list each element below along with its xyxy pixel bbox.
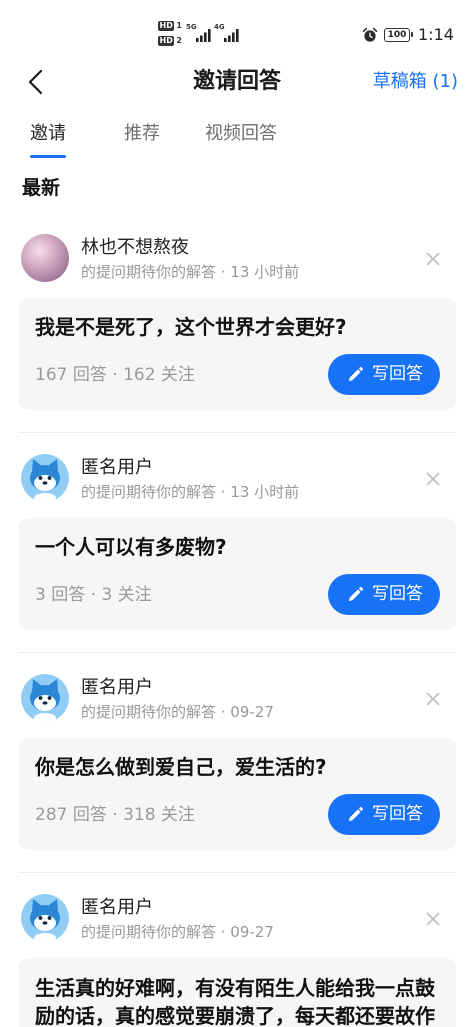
active-tab-indicator <box>30 155 66 158</box>
alarm-icon <box>362 27 378 42</box>
asker-name[interactable]: 匿名用户 <box>81 897 153 919</box>
drafts-button[interactable]: 草稿箱 (1) <box>373 71 458 93</box>
sim2-indicator: HD 2 <box>158 36 182 46</box>
divider <box>18 432 456 433</box>
dismiss-button[interactable] <box>425 251 441 267</box>
anonymous-avatar-icon <box>21 674 69 722</box>
question-title[interactable]: 生活真的好难啊，有没有陌生人能给我一点鼓励的话，真的感觉要崩溃了，每天都还要故作 <box>35 974 439 1027</box>
anonymous-avatar-icon <box>21 894 69 942</box>
clock-time: 1:14 <box>418 25 454 44</box>
user-photo-avatar[interactable] <box>21 234 69 282</box>
close-icon <box>426 912 440 926</box>
invite-meta: 的提问期待你的解答 · 13 小时前 <box>81 263 300 281</box>
tab-invite[interactable]: 邀请 <box>30 123 66 145</box>
battery-icon: 100 <box>384 28 410 42</box>
hd-badge: HD <box>158 21 175 31</box>
close-icon <box>426 472 440 486</box>
invite-meta: 的提问期待你的解答 · 13 小时前 <box>81 483 300 501</box>
dismiss-button[interactable] <box>425 691 441 707</box>
write-answer-button[interactable]: 写回答 <box>328 354 440 395</box>
question-box[interactable]: 我是不是死了，这个世界才会更好? 167 回答 · 162 关注 写回答 <box>18 298 456 410</box>
invite-answer-screen: HD 1 HD 2 5G 4G 100 1:14 邀请回答 草稿箱 (1) 邀请 推… <box>0 0 474 1027</box>
sim-slot-number: 2 <box>176 36 182 45</box>
question-stats: 287 回答 · 318 关注 <box>35 805 195 825</box>
question-box[interactable]: 生活真的好难啊，有没有陌生人能给我一点鼓励的话，真的感觉要崩溃了，每天都还要故作 <box>18 958 456 1027</box>
question-stats: 167 回答 · 162 关注 <box>35 365 195 385</box>
question-title[interactable]: 我是不是死了，这个世界才会更好? <box>35 314 439 340</box>
anonymous-avatar[interactable] <box>21 454 69 502</box>
hd-badge: HD <box>158 36 175 46</box>
dismiss-button[interactable] <box>425 471 441 487</box>
section-title: 最新 <box>22 177 61 199</box>
invite-card: 林也不想熬夜 的提问期待你的解答 · 13 小时前 我是不是死了，这个世界才会更… <box>0 214 474 434</box>
invite-card: 匿名用户 的提问期待你的解答 · 09-27 生活真的好难啊，有没有陌生人能给我… <box>0 874 474 1027</box>
dismiss-button[interactable] <box>425 911 441 927</box>
question-title[interactable]: 你是怎么做到爱自己，爱生活的? <box>35 754 439 780</box>
invite-meta: 的提问期待你的解答 · 09-27 <box>81 923 274 941</box>
anonymous-avatar[interactable] <box>21 894 69 942</box>
asker-name[interactable]: 林也不想熬夜 <box>81 237 189 259</box>
question-box[interactable]: 一个人可以有多废物? 3 回答 · 3 关注 写回答 <box>18 518 456 630</box>
question-box[interactable]: 你是怎么做到爱自己，爱生活的? 287 回答 · 318 关注 写回答 <box>18 738 456 850</box>
asker-name[interactable]: 匿名用户 <box>81 677 153 699</box>
write-answer-label: 写回答 <box>372 584 423 604</box>
battery-terminal <box>411 32 413 37</box>
question-stats: 3 回答 · 3 关注 <box>35 585 152 605</box>
asker-name[interactable]: 匿名用户 <box>81 457 153 479</box>
write-answer-label: 写回答 <box>372 364 423 384</box>
invite-card: 匿名用户 的提问期待你的解答 · 09-27 你是怎么做到爱自己，爱生活的? 2… <box>0 654 474 874</box>
sim-slot-number: 1 <box>176 21 182 30</box>
close-icon <box>426 692 440 706</box>
pencil-icon <box>348 806 364 822</box>
divider <box>18 652 456 653</box>
anonymous-avatar-icon <box>21 454 69 502</box>
pencil-icon <box>348 586 364 602</box>
invite-meta: 的提问期待你的解答 · 09-27 <box>81 703 274 721</box>
write-answer-button[interactable]: 写回答 <box>328 574 440 615</box>
invite-card: 匿名用户 的提问期待你的解答 · 13 小时前 一个人可以有多废物? 3 回答 … <box>0 434 474 654</box>
write-answer-button[interactable]: 写回答 <box>328 794 440 835</box>
signal-icon <box>196 29 211 42</box>
tab-video-answer[interactable]: 视频回答 <box>205 123 277 145</box>
divider <box>18 872 456 873</box>
sim1-indicator: HD 1 <box>158 21 182 31</box>
signal-icon <box>224 29 239 42</box>
close-icon <box>426 252 440 266</box>
tab-recommend[interactable]: 推荐 <box>124 123 160 145</box>
anonymous-avatar[interactable] <box>21 674 69 722</box>
write-answer-label: 写回答 <box>372 804 423 824</box>
question-title[interactable]: 一个人可以有多废物? <box>35 534 439 560</box>
pencil-icon <box>348 366 364 382</box>
